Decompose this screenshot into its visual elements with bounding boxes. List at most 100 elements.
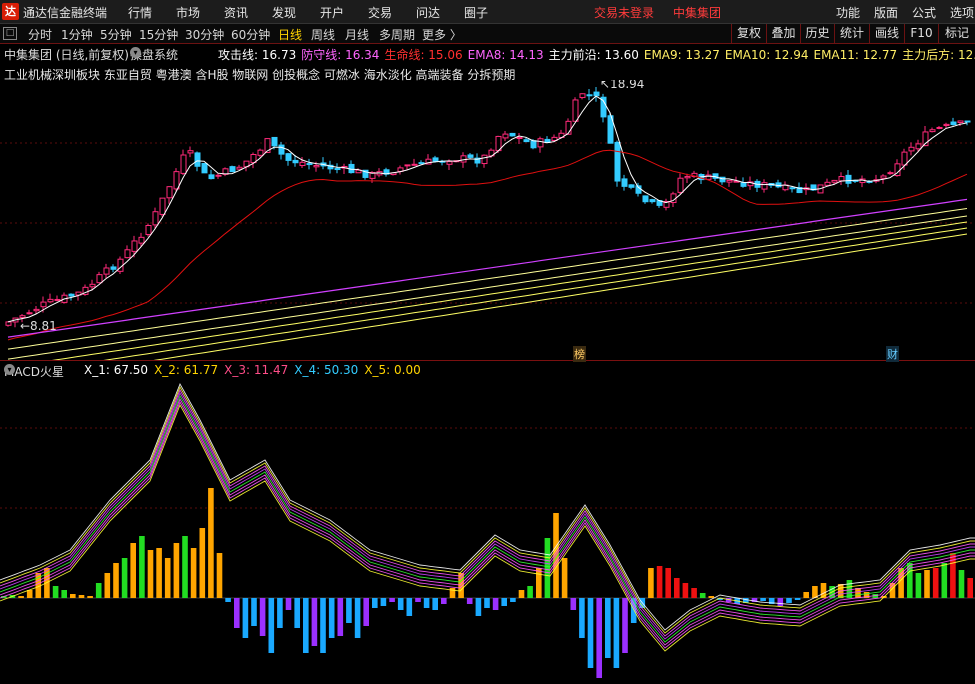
candle-up <box>460 155 467 163</box>
candle-down <box>628 184 635 188</box>
indicator-value: EMA11: 12.77 <box>813 48 898 62</box>
candle-up <box>145 225 152 235</box>
histogram-bar-negative <box>363 598 369 626</box>
period-1min[interactable]: 1分钟 <box>61 26 93 43</box>
candle-down <box>845 174 852 184</box>
candle-down <box>530 140 537 149</box>
candle-down <box>964 120 971 123</box>
f10-button[interactable]: F10 <box>904 24 938 43</box>
histogram-bar-negative <box>285 598 292 610</box>
menu-item-formula[interactable]: 公式 <box>912 4 936 21</box>
histogram-bar-negative <box>432 598 438 610</box>
histogram-bar-positive <box>147 550 154 598</box>
menu-item-wenda[interactable]: 问达 <box>416 4 440 21</box>
menu-item-news[interactable]: 资讯 <box>224 4 248 21</box>
candle-up <box>936 126 943 129</box>
dropdown-circle-icon: ▾ <box>130 47 141 58</box>
histogram-bar-positive <box>958 570 965 598</box>
candle-down <box>642 195 649 203</box>
macd-selector[interactable]: ▾ MACD火星 <box>4 363 64 380</box>
menu-item-discover[interactable]: 发现 <box>272 4 296 21</box>
histogram-bar-positive <box>18 596 24 598</box>
candle-up <box>54 298 61 301</box>
period-60min[interactable]: 60分钟 <box>231 26 270 43</box>
period-monthly[interactable]: 月线 <box>345 26 369 43</box>
histogram-bar-positive <box>95 583 102 598</box>
dropdown-circle-icon: ▾ <box>4 364 15 375</box>
menu-item-open-account[interactable]: 开户 <box>320 4 344 21</box>
menu-item-circle[interactable]: 圈子 <box>464 4 488 21</box>
period-intraday[interactable]: 分时 <box>28 26 52 43</box>
histogram-bar-negative <box>268 598 275 653</box>
histogram-bar-positive <box>190 548 197 598</box>
histogram-bar-positive <box>199 528 206 598</box>
period-30min[interactable]: 30分钟 <box>185 26 224 43</box>
candle-down <box>432 157 439 162</box>
histogram-bar-positive <box>518 590 525 598</box>
event-mark-finance[interactable]: 财 <box>886 346 899 362</box>
menu-item-market[interactable]: 市场 <box>176 4 200 21</box>
high-price-label: ↖18.94 <box>600 80 644 91</box>
candle-up <box>124 249 131 259</box>
period-more[interactable]: 更多 〉 <box>422 26 462 43</box>
trade-login-status[interactable]: 交易未登录 <box>594 4 654 21</box>
restore-rights-button[interactable]: 复权 <box>731 24 766 43</box>
system-selector[interactable]: ▾ 操盘系统 <box>130 46 178 63</box>
draw-line-button[interactable]: 画线 <box>869 24 904 43</box>
candle-down <box>586 94 593 97</box>
histogram-bar-positive <box>164 558 171 598</box>
candle-down <box>418 162 425 165</box>
macd-ribbon-line <box>0 403 975 652</box>
period-weekly[interactable]: 周线 <box>311 26 335 43</box>
histogram-bar-negative <box>501 598 507 606</box>
candle-up <box>481 154 488 165</box>
candle-down <box>306 163 313 166</box>
ma-ema-line <box>51 221 968 360</box>
candlestick-chart[interactable]: ↖18.94 ←8.81 <box>0 80 975 360</box>
histogram-bar-negative <box>397 598 404 610</box>
candle-up <box>579 93 586 99</box>
histogram-bar-positive <box>656 566 663 598</box>
menu-app-name[interactable]: 通达信金融终端 <box>23 4 107 21</box>
candle-up <box>138 236 145 244</box>
histogram-bar-negative <box>294 598 300 628</box>
candle-up <box>404 164 411 167</box>
candle-down <box>509 132 516 137</box>
candle-down <box>621 178 628 187</box>
history-button[interactable]: 历史 <box>800 24 834 43</box>
macd-value: X_3: 11.47 <box>224 363 289 377</box>
histogram-bar-positive <box>915 573 922 598</box>
candle-down <box>271 136 278 147</box>
overlay-button[interactable]: 叠加 <box>766 24 800 43</box>
panel-toggle-icon[interactable]: □ <box>3 27 17 40</box>
candle-up <box>257 149 264 156</box>
menu-item-options[interactable]: 选项 <box>950 4 974 21</box>
menu-item-quotes[interactable]: 行情 <box>128 4 152 21</box>
period-5min[interactable]: 5分钟 <box>100 26 132 43</box>
period-daily[interactable]: 日线 <box>278 26 302 43</box>
menu-item-trade[interactable]: 交易 <box>368 4 392 21</box>
histogram-bar-negative <box>372 598 378 608</box>
histogram-bar-negative <box>786 598 792 603</box>
candle-down <box>110 266 117 270</box>
histogram-bar-negative <box>622 598 628 653</box>
candle-up <box>215 174 222 177</box>
histogram-bar-positive <box>113 563 119 598</box>
event-mark-rank[interactable]: 榜 <box>573 346 586 362</box>
menu-item-layout[interactable]: 版面 <box>874 4 898 21</box>
indicator-value: 主力前沿: 13.60 <box>548 48 639 62</box>
period-15min[interactable]: 15分钟 <box>139 26 178 43</box>
histogram-bar-positive <box>104 573 111 598</box>
statistics-button[interactable]: 统计 <box>834 24 869 43</box>
candle-down <box>334 168 341 171</box>
macd-ribbon-line <box>0 385 975 634</box>
histogram-bar-positive <box>182 536 188 598</box>
period-toolbar: □ 分时 1分钟 5分钟 15分钟 30分钟 60分钟 日线 周线 月线 多周期… <box>0 24 975 44</box>
menu-item-function[interactable]: 功能 <box>836 4 860 21</box>
mark-button[interactable]: 标记 <box>938 24 975 43</box>
histogram-bar-negative <box>777 598 784 606</box>
histogram-bar-negative <box>587 598 594 668</box>
macd-chart[interactable] <box>0 380 975 684</box>
period-multi[interactable]: 多周期 <box>379 26 415 43</box>
histogram-bar-negative <box>259 598 266 636</box>
